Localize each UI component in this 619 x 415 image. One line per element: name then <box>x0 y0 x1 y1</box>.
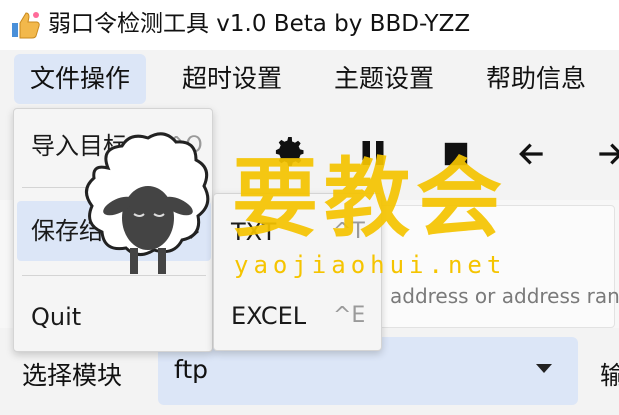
menu-item-quit[interactable]: Quit <box>17 287 211 347</box>
window-title: 弱口令检测工具 v1.0 Beta by BBD-YZZ <box>48 11 471 37</box>
menu-theme[interactable]: 主题设置 <box>318 54 450 104</box>
arrow-right-icon[interactable] <box>594 138 619 170</box>
next-field-label: 输 <box>600 361 619 390</box>
menu-timeout[interactable]: 超时设置 <box>166 54 298 104</box>
menu-help[interactable]: 帮助信息 <box>470 54 602 104</box>
module-label: 选择模块 <box>22 361 123 390</box>
arrow-left-icon[interactable] <box>516 138 548 170</box>
watermark-title: 要教会 <box>232 149 508 249</box>
menu-item-label: Quit <box>31 303 82 331</box>
title-bar: 弱口令检测工具 v1.0 Beta by BBD-YZZ <box>0 0 619 50</box>
sheep-watermark-logo <box>85 132 210 274</box>
menu-file[interactable]: 文件操作 <box>14 54 147 104</box>
module-value: ftp <box>174 355 209 384</box>
submenu-item-excel[interactable]: EXCEL ^E <box>217 288 379 344</box>
menu-bar: 文件操作 超时设置 主题设置 帮助信息 <box>0 50 619 108</box>
target-input-placeholder: address or address ran <box>390 284 619 308</box>
thumbs-up-app-icon <box>12 12 40 39</box>
submenu-item-shortcut: ^E <box>333 303 366 328</box>
watermark-url: yaojiaohui.net <box>234 251 507 279</box>
chevron-down-icon <box>536 364 552 373</box>
submenu-item-label: EXCEL <box>231 302 307 330</box>
